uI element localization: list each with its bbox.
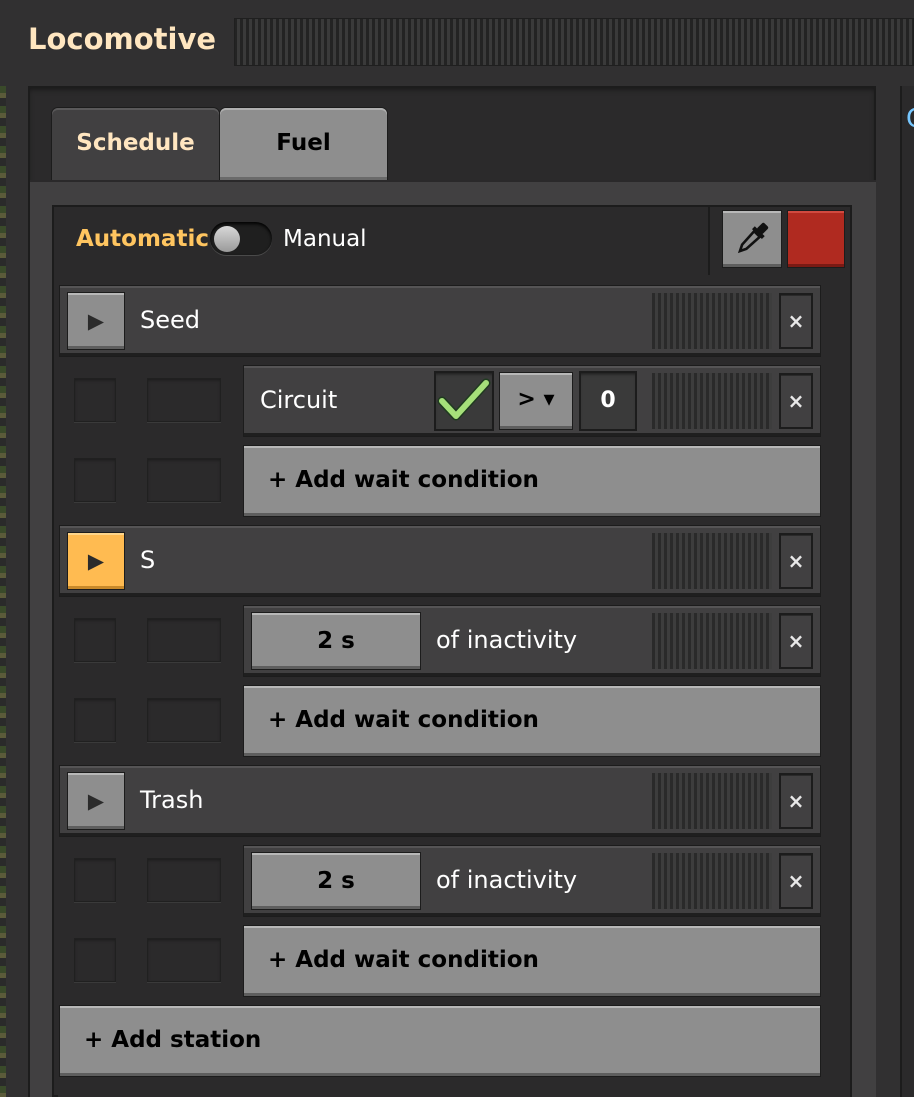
- empty-slot: [147, 618, 221, 662]
- background-world-strip: [0, 86, 6, 1097]
- empty-slot: [147, 378, 221, 422]
- add-wait-condition-button[interactable]: + Add wait condition: [244, 926, 820, 996]
- color-picker-button[interactable]: [723, 211, 781, 267]
- empty-slot: [147, 858, 221, 902]
- window-drag-handle[interactable]: [234, 18, 914, 66]
- toolbar-divider: [708, 207, 710, 275]
- remove-condition-button[interactable]: ×: [779, 373, 813, 429]
- close-icon: ×: [787, 549, 805, 573]
- comparator-dropdown[interactable]: > ▾: [500, 373, 572, 429]
- empty-slot: [74, 858, 116, 902]
- manual-mode-label[interactable]: Manual: [283, 226, 367, 252]
- close-icon: ×: [787, 309, 805, 333]
- play-icon: ▶: [87, 549, 105, 573]
- empty-slot: [74, 618, 116, 662]
- empty-slot: [147, 698, 221, 742]
- play-icon: ▶: [87, 789, 105, 813]
- station-name[interactable]: Seed: [140, 306, 200, 334]
- empty-slot: [74, 378, 116, 422]
- time-value-button[interactable]: 2 s: [252, 853, 420, 909]
- close-icon: ×: [787, 789, 805, 813]
- train-color-swatch[interactable]: [788, 211, 844, 267]
- check-icon: [437, 378, 491, 421]
- empty-slot: [74, 938, 116, 982]
- comparator-value: >: [517, 387, 536, 412]
- tab-fuel[interactable]: Fuel: [220, 108, 387, 180]
- drag-grip[interactable]: [652, 533, 772, 589]
- go-to-station-button[interactable]: ▶: [68, 773, 124, 829]
- side-panel: [900, 86, 914, 1097]
- drag-grip[interactable]: [652, 613, 772, 669]
- drag-grip[interactable]: [652, 293, 772, 349]
- go-to-station-button[interactable]: ▶: [68, 533, 124, 589]
- empty-slot: [74, 698, 116, 742]
- automatic-mode-label[interactable]: Automatic: [76, 226, 209, 252]
- close-icon: ×: [787, 389, 805, 413]
- go-to-station-button[interactable]: ▶: [68, 293, 124, 349]
- remove-condition-button[interactable]: ×: [779, 613, 813, 669]
- close-icon: ×: [787, 629, 805, 653]
- drag-grip[interactable]: [652, 853, 772, 909]
- add-station-button[interactable]: + Add station: [60, 1006, 820, 1076]
- remove-station-button[interactable]: ×: [779, 293, 813, 349]
- station-name[interactable]: S: [140, 546, 155, 574]
- add-wait-condition-button[interactable]: + Add wait condition: [244, 446, 820, 516]
- tab-schedule[interactable]: Schedule: [52, 108, 219, 182]
- remove-condition-button[interactable]: ×: [779, 853, 813, 909]
- eyedropper-icon: [737, 222, 769, 254]
- drag-grip[interactable]: [652, 773, 772, 829]
- drag-grip[interactable]: [652, 373, 772, 429]
- constant-field[interactable]: 0: [579, 371, 637, 431]
- condition-type-label[interactable]: of inactivity: [436, 626, 577, 654]
- empty-slot: [74, 458, 116, 502]
- empty-slot: [147, 458, 221, 502]
- chevron-down-icon: ▾: [543, 387, 555, 412]
- condition-type-label[interactable]: Circuit: [260, 386, 337, 414]
- station-name[interactable]: Trash: [140, 786, 203, 814]
- remove-station-button[interactable]: ×: [779, 773, 813, 829]
- condition-type-label[interactable]: of inactivity: [436, 866, 577, 894]
- time-value-button[interactable]: 2 s: [252, 613, 420, 669]
- window-title: Locomotive: [28, 22, 217, 56]
- play-icon: ▶: [87, 309, 105, 333]
- add-wait-condition-button[interactable]: + Add wait condition: [244, 686, 820, 756]
- signal-select-button[interactable]: [434, 371, 494, 431]
- side-panel-title-fragment: C: [906, 104, 914, 134]
- close-icon: ×: [787, 869, 805, 893]
- empty-slot: [147, 938, 221, 982]
- toggle-knob[interactable]: [214, 226, 240, 252]
- remove-station-button[interactable]: ×: [779, 533, 813, 589]
